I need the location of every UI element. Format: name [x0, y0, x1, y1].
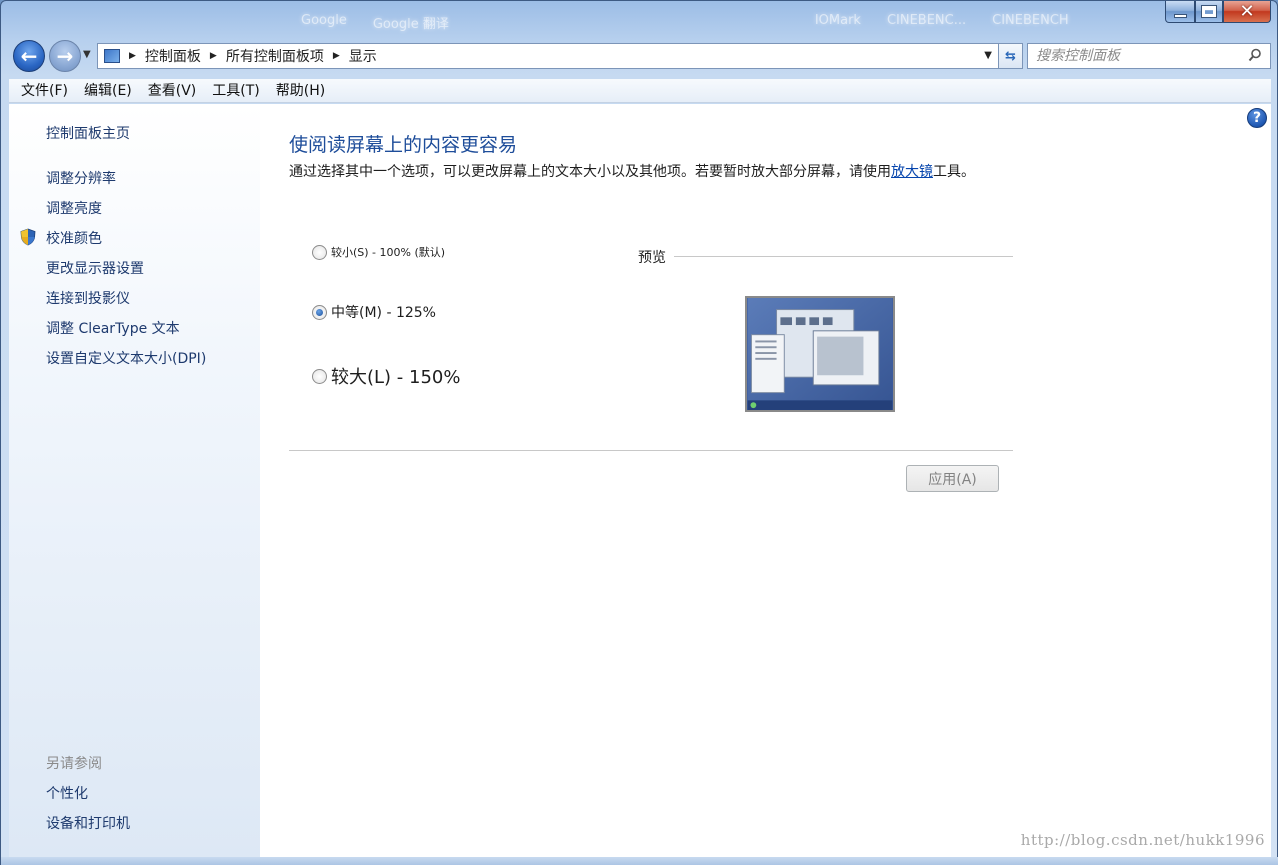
background-taskbar-ghost: Google Google 翻译 IOMark CINEBENC... CINE… [301, 13, 1069, 32]
sidebar-link-home[interactable]: 控制面板主页 [46, 123, 130, 143]
window: Google Google 翻译 IOMark CINEBENC... CINE… [0, 0, 1278, 865]
title-bar: Google Google 翻译 IOMark CINEBENC... CINE… [1, 1, 1277, 39]
description-text-end: 工具。 [933, 164, 975, 180]
sidebar: 控制面板主页 调整分辨率 调整亮度 校准颜色 更改显示器设置 连接到投影仪 调整… [9, 104, 260, 857]
maximize-icon [1201, 5, 1217, 18]
page-title: 使阅读屏幕上的内容更容易 [289, 134, 518, 156]
window-bottom-border [1, 857, 1278, 865]
breadcrumb-separator-icon[interactable]: ▶ [210, 51, 217, 61]
ghost-tab: CINEBENC... [886, 13, 967, 28]
page-description: 通过选择其中一个选项，可以更改屏幕上的文本大小以及其他项。若要暂时放大部分屏幕，… [289, 162, 1009, 182]
divider [289, 450, 1013, 451]
breadcrumb-control-panel[interactable]: 控制面板 [145, 46, 201, 66]
sidebar-link-custom-dpi[interactable]: 设置自定义文本大小(DPI) [46, 348, 206, 368]
refresh-icon: ⇆ [1005, 48, 1016, 64]
recent-pages-dropdown[interactable]: ▼ [83, 49, 91, 60]
forward-arrow-icon: → [56, 44, 74, 68]
breadcrumb-separator-icon[interactable]: ▶ [333, 51, 340, 61]
uac-shield-icon [20, 228, 36, 246]
control-panel-icon [104, 49, 120, 63]
search-input[interactable] [1036, 45, 1236, 67]
caption-buttons: ✕ [1165, 1, 1271, 23]
menu-tools[interactable]: 工具(T) [204, 80, 267, 102]
see-also-header: 另请参阅 [46, 756, 102, 772]
back-button[interactable]: ← [13, 40, 45, 72]
sidebar-link-devices-printers[interactable]: 设备和打印机 [46, 813, 130, 833]
menu-file[interactable]: 文件(F) [13, 80, 76, 102]
navigation-bar: ← → ▼ ▶ 控制面板 ▶ 所有控制面板项 ▶ 显示 ▼ ⇆ [9, 39, 1271, 73]
address-dropdown-icon[interactable]: ▼ [984, 50, 992, 61]
description-text: 通过选择其中一个选项，可以更改屏幕上的文本大小以及其他项。若要暂时放大部分屏幕，… [289, 164, 891, 180]
breadcrumb-display[interactable]: 显示 [349, 46, 377, 66]
refresh-button[interactable]: ⇆ [999, 43, 1023, 69]
sidebar-link-brightness[interactable]: 调整亮度 [46, 198, 102, 218]
radio-larger[interactable] [312, 368, 327, 384]
preview-label: 预览 [638, 247, 670, 267]
breadcrumb-separator-icon[interactable]: ▶ [129, 51, 136, 61]
option-medium[interactable]: 中等(M) - 125% [312, 302, 436, 322]
radio-smaller[interactable] [312, 244, 327, 260]
menu-help[interactable]: 帮助(H) [268, 80, 333, 102]
address-bar[interactable]: ▶ 控制面板 ▶ 所有控制面板项 ▶ 显示 ▼ [97, 43, 999, 69]
watermark: http://blog.csdn.net/hukk1996 [1020, 831, 1265, 849]
option-smaller[interactable]: 较小(S) - 100% (默认) [312, 244, 445, 260]
close-icon: ✕ [1239, 1, 1255, 22]
sidebar-link-cleartype[interactable]: 调整 ClearType 文本 [46, 318, 180, 338]
sidebar-link-display-settings[interactable]: 更改显示器设置 [46, 258, 144, 278]
forward-button[interactable]: → [49, 40, 81, 72]
radio-medium[interactable] [312, 304, 327, 320]
main-content: ? 使阅读屏幕上的内容更容易 通过选择其中一个选项，可以更改屏幕上的文本大小以及… [260, 104, 1271, 857]
sidebar-link-resolution[interactable]: 调整分辨率 [46, 168, 116, 188]
apply-button[interactable]: 应用(A) [906, 465, 999, 492]
minimize-icon [1173, 14, 1187, 18]
menu-view[interactable]: 查看(V) [140, 80, 205, 102]
minimize-button[interactable] [1165, 1, 1195, 23]
ghost-tab: CINEBENCH [992, 13, 1069, 28]
option-larger-label[interactable]: 较大(L) - 150% [331, 363, 460, 389]
sidebar-link-calibrate-color[interactable]: 校准颜色 [46, 228, 102, 248]
magnifier-link[interactable]: 放大镜 [891, 164, 933, 180]
option-medium-label[interactable]: 中等(M) - 125% [331, 302, 436, 322]
menu-edit[interactable]: 编辑(E) [76, 80, 140, 102]
option-larger[interactable]: 较大(L) - 150% [312, 363, 460, 389]
ghost-tab: Google [301, 13, 347, 28]
search-box[interactable] [1027, 43, 1271, 69]
help-icon[interactable]: ? [1247, 108, 1267, 128]
breadcrumb-all-items[interactable]: 所有控制面板项 [226, 46, 324, 66]
back-arrow-icon: ← [20, 44, 38, 68]
maximize-button[interactable] [1195, 1, 1223, 23]
preview-group-line [674, 256, 1013, 257]
close-button[interactable]: ✕ [1223, 1, 1271, 23]
menu-bar: 文件(F) 编辑(E) 查看(V) 工具(T) 帮助(H) [9, 79, 1271, 103]
option-smaller-label[interactable]: 较小(S) - 100% (默认) [331, 244, 445, 260]
ghost-tab: IOMark [814, 13, 861, 28]
sidebar-link-personalization[interactable]: 个性化 [46, 783, 88, 803]
preview-image [745, 296, 895, 412]
search-icon[interactable] [1248, 48, 1262, 62]
ghost-tab: Google 翻译 [372, 17, 449, 32]
sidebar-link-projector[interactable]: 连接到投影仪 [46, 288, 130, 308]
